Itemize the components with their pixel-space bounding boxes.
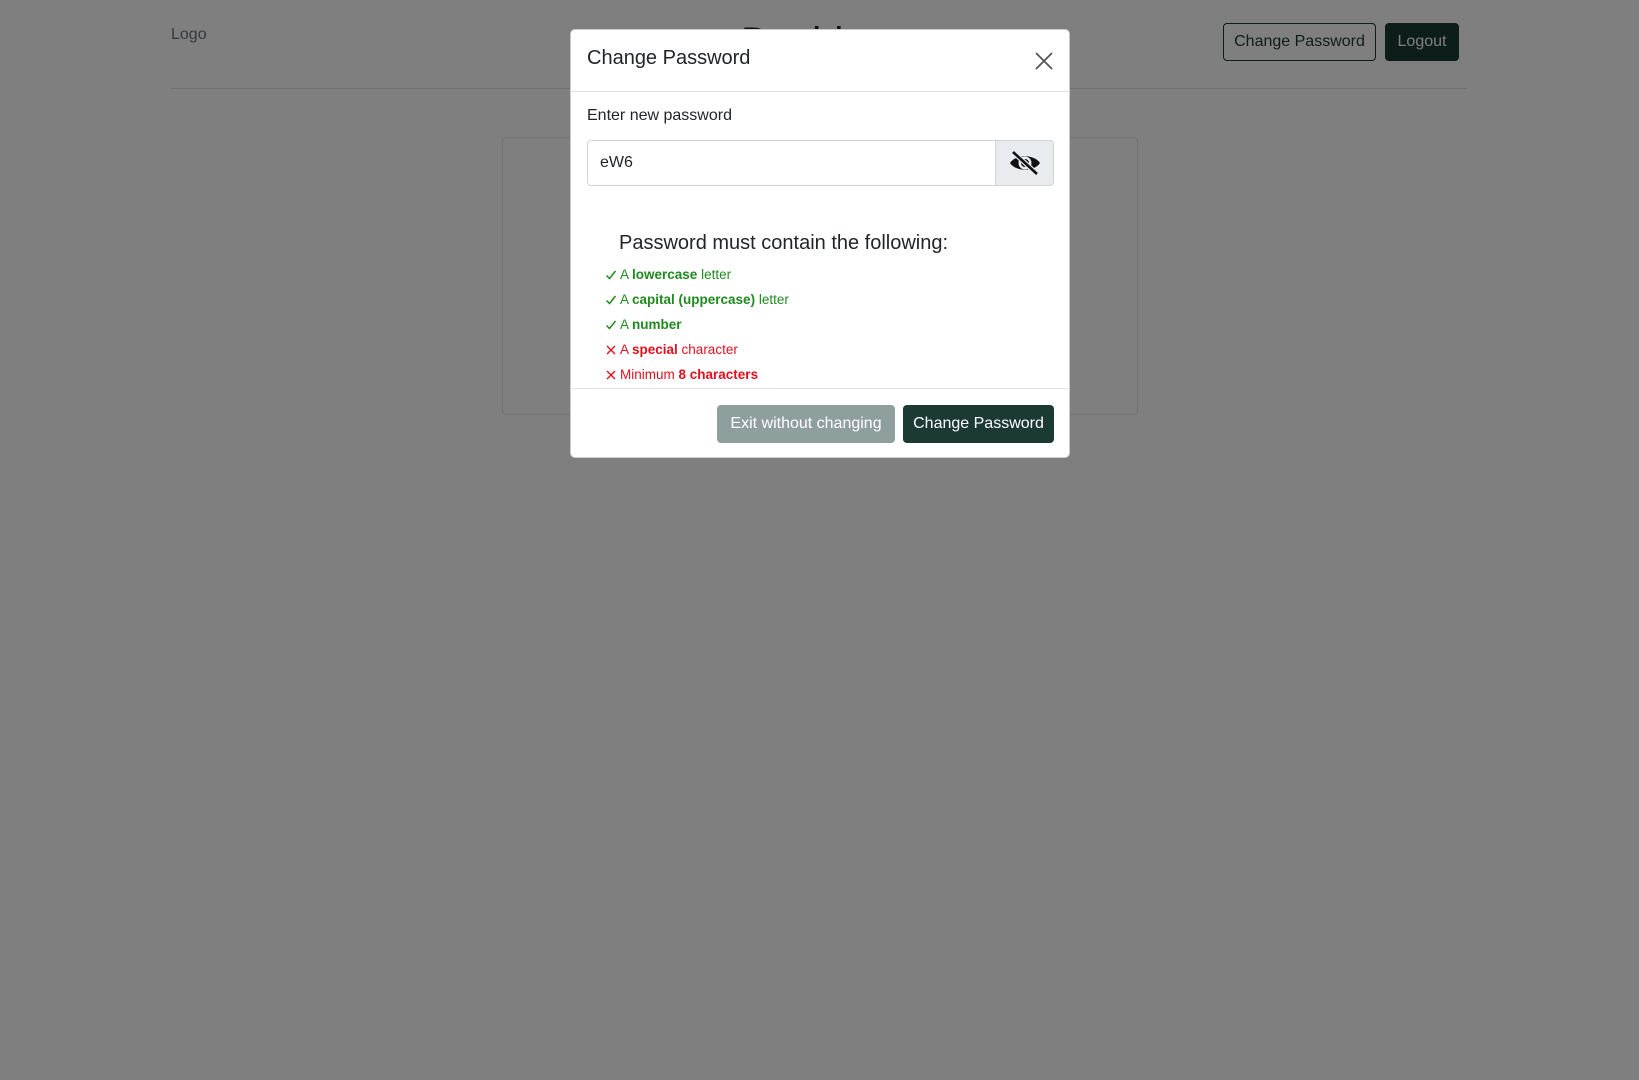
exit-without-changing-button[interactable]: Exit without changing bbox=[717, 405, 895, 443]
requirement-length: Minimum 8 characters bbox=[604, 362, 789, 387]
requirement-special: A special character bbox=[604, 337, 789, 362]
close-icon[interactable] bbox=[1033, 50, 1055, 72]
change-password-modal: Change Password Enter new password Pass bbox=[570, 29, 1070, 458]
modal-title: Change Password bbox=[587, 47, 751, 69]
modal-header: Change Password bbox=[571, 30, 1069, 92]
requirement-number: A number bbox=[604, 312, 789, 337]
check-icon bbox=[604, 319, 618, 331]
modal-body: Enter new password Password must contain… bbox=[571, 92, 1069, 388]
password-label: Enter new password bbox=[587, 107, 732, 124]
cross-icon bbox=[604, 344, 618, 356]
check-icon bbox=[604, 294, 618, 306]
modal-footer: Exit without changing Change Password bbox=[571, 388, 1069, 457]
change-password-submit-button[interactable]: Change Password bbox=[903, 405, 1054, 443]
password-input-group bbox=[587, 140, 1054, 186]
requirements-list: A lowercase letter A capital (uppercase)… bbox=[604, 262, 789, 387]
requirements-title: Password must contain the following: bbox=[619, 232, 949, 254]
cross-icon bbox=[604, 369, 618, 381]
requirement-lowercase: A lowercase letter bbox=[604, 262, 789, 287]
eye-slash-icon[interactable] bbox=[995, 140, 1054, 186]
check-icon bbox=[604, 269, 618, 281]
new-password-input[interactable] bbox=[587, 140, 996, 186]
requirement-uppercase: A capital (uppercase) letter bbox=[604, 287, 789, 312]
